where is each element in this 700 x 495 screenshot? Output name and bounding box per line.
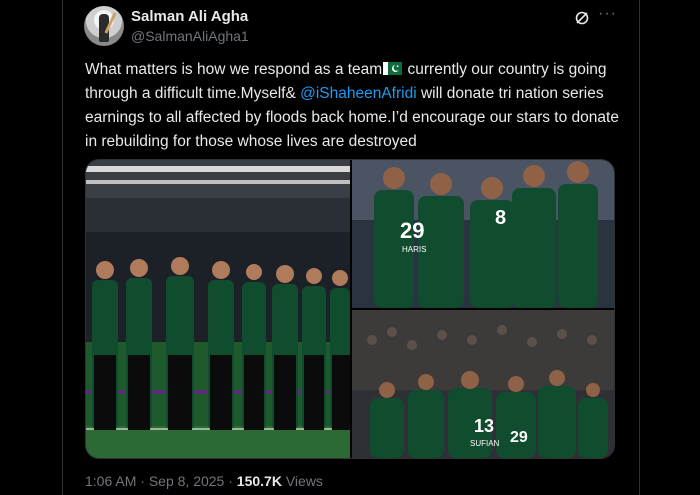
tweet-date[interactable]: Sep 8, 2025 bbox=[149, 473, 225, 489]
jersey-number-p3-a: 13 bbox=[474, 416, 494, 436]
tweet-timestamp: 1:06 AM · Sep 8, 2025 · 150.7K Views bbox=[85, 473, 323, 489]
tweet-card: Salman Ali Agha @SalmanAliAgha1 ··· What… bbox=[62, 0, 640, 495]
media-grid: 29 HARIS 8 13 SUFIAN 29 bbox=[85, 159, 615, 459]
jersey-number-p3-b: 29 bbox=[510, 429, 528, 446]
views-label: Views bbox=[281, 473, 323, 489]
tweet-time[interactable]: 1:06 AM bbox=[85, 473, 136, 489]
jersey-number-p2-a: 29 bbox=[400, 218, 424, 243]
author-handle[interactable]: @SalmanAliAgha1 bbox=[131, 28, 249, 44]
more-icon[interactable]: ··· bbox=[598, 6, 616, 25]
views-count: 150.7K bbox=[236, 473, 282, 489]
jersey-name-p3-a: SUFIAN bbox=[470, 439, 500, 448]
avatar[interactable] bbox=[84, 6, 124, 46]
tweet-text-part1: What matters is how we respond as a team bbox=[85, 61, 383, 78]
flag-emoji bbox=[383, 62, 403, 75]
timestamp-separator: · bbox=[136, 473, 149, 489]
author-display-name[interactable]: Salman Ali Agha bbox=[131, 8, 248, 25]
tweet-text: What matters is how we respond as a team… bbox=[85, 58, 620, 154]
photo-team-lineup[interactable] bbox=[86, 160, 350, 458]
grok-icon[interactable] bbox=[574, 10, 590, 26]
jersey-number-p2-b: 8 bbox=[495, 207, 506, 229]
timestamp-separator-2: · bbox=[224, 473, 237, 489]
photo-celebration-1[interactable]: 29 HARIS 8 bbox=[352, 160, 614, 308]
mention-link[interactable]: @iShaheenAfridi bbox=[300, 85, 417, 102]
jersey-name-p2-a: HARIS bbox=[402, 245, 426, 254]
photo-celebration-2[interactable]: 13 SUFIAN 29 bbox=[352, 310, 614, 458]
